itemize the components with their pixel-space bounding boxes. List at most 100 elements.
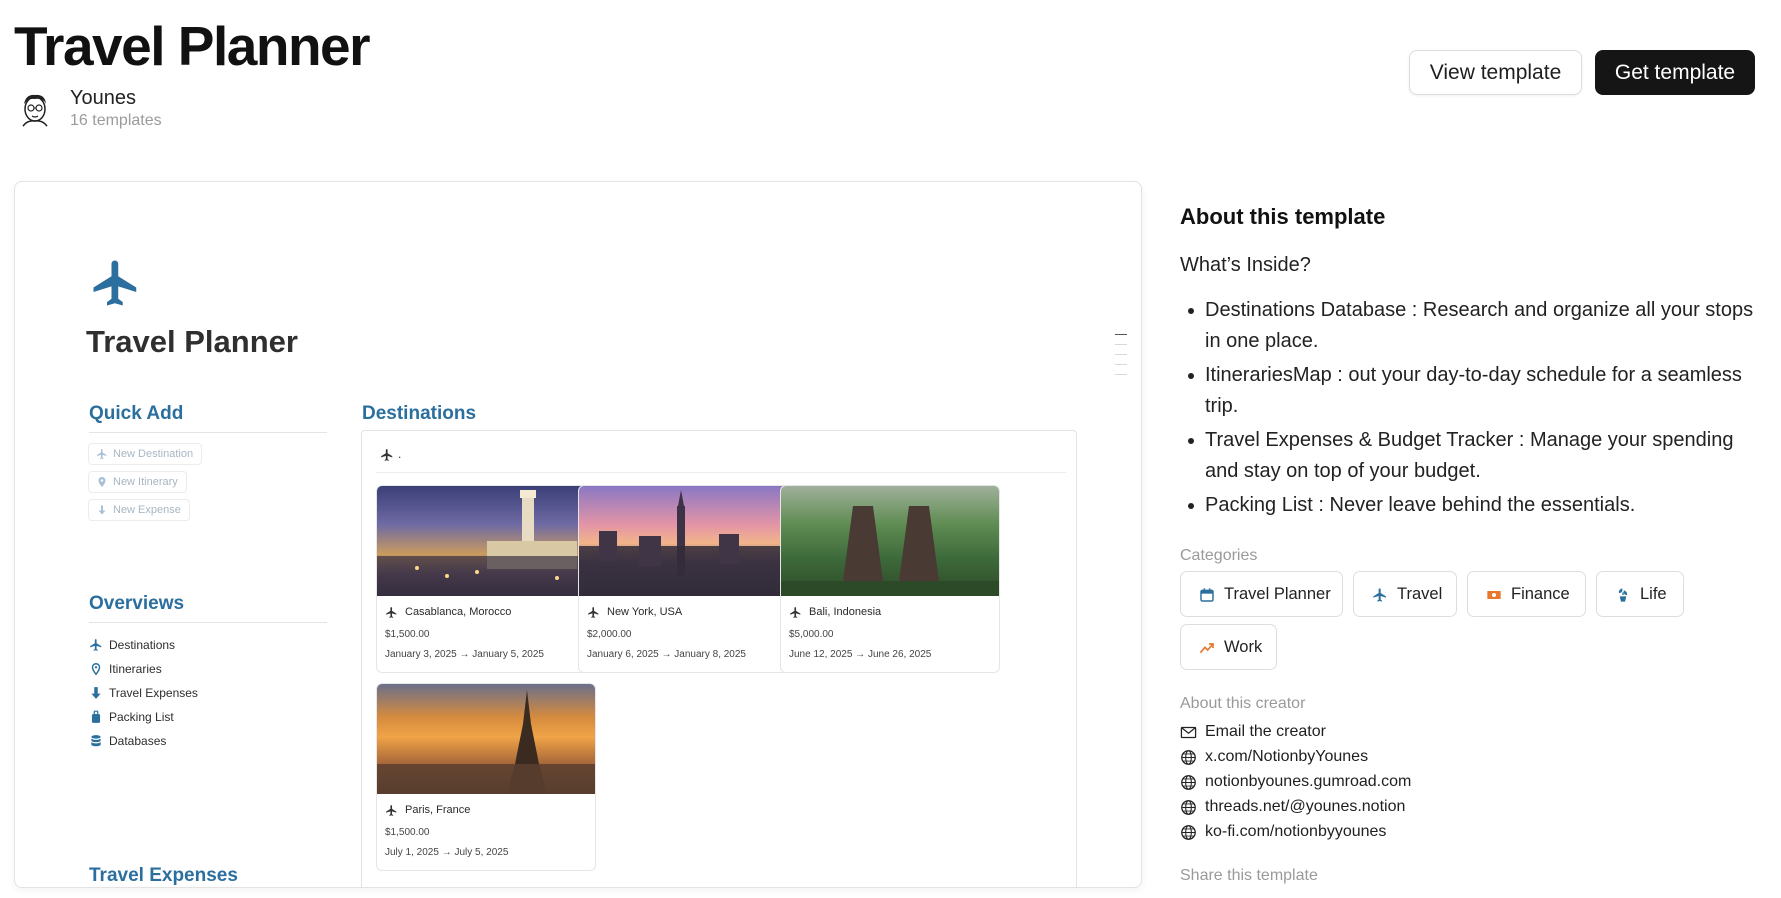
airplane-icon — [97, 449, 107, 459]
overview-label: Destinations — [109, 638, 176, 652]
map-pin-icon — [98, 477, 106, 487]
overview-label: Itineraries — [109, 662, 162, 676]
category-life[interactable]: Life — [1596, 571, 1684, 617]
plant-icon — [1618, 588, 1628, 602]
card-name: Casablanca, Morocco — [405, 606, 512, 618]
view-label: . — [398, 447, 402, 461]
whats-inside-text: What’s Inside? — [1180, 254, 1311, 276]
overview-packing-list-link[interactable]: Packing List — [89, 709, 174, 725]
new-itinerary-label: New Itinerary — [113, 476, 178, 488]
airplane-icon — [381, 449, 393, 461]
card-dates: January 3, 2025 → January 5, 2025 — [385, 649, 544, 660]
overview-label: Travel Expenses — [109, 686, 198, 700]
destination-card[interactable]: Casablanca, Morocco $1,500.00 January 3,… — [376, 485, 596, 673]
feature-item: Travel Expenses & Budget Tracker : Manag… — [1180, 425, 1770, 486]
overview-itineraries-link[interactable]: Itineraries — [89, 661, 162, 677]
category-work[interactable]: Work — [1180, 624, 1277, 670]
airplane-icon — [386, 805, 397, 816]
creator-threads-link[interactable]: threads.net/@younes.notion — [1180, 797, 1405, 817]
link-label: ko-fi.com/notionbyyounes — [1205, 823, 1387, 840]
category-label: Travel — [1397, 584, 1443, 603]
overview-label: Packing List — [109, 710, 174, 724]
creator-kofi-link[interactable]: ko-fi.com/notionbyyounes — [1180, 822, 1386, 842]
creator-x-link[interactable]: x.com/NotionbyYounes — [1180, 747, 1368, 767]
new-destination-button[interactable]: New Destination — [88, 443, 203, 465]
category-label: Work — [1224, 637, 1263, 656]
feature-item: Destinations Database : Research and org… — [1180, 295, 1770, 356]
overview-label: Databases — [109, 734, 167, 748]
card-name: New York, USA — [607, 606, 683, 618]
feature-item: Packing List : Never leave behind the es… — [1180, 490, 1770, 521]
card-dates: January 6, 2025 → January 8, 2025 — [587, 649, 746, 660]
arrow-down-icon — [91, 687, 101, 699]
card-title: Bali, Indonesia — [789, 606, 881, 618]
category-label: Finance — [1511, 584, 1570, 603]
page-title: Travel Planner — [14, 15, 371, 77]
card-price: $2,000.00 — [587, 629, 632, 640]
overview-destinations-link[interactable]: Destinations — [89, 637, 175, 653]
new-destination-label: New Destination — [113, 448, 194, 460]
globe-icon — [1181, 800, 1196, 815]
card-name: Paris, France — [405, 804, 471, 816]
link-label: Email the creator — [1205, 723, 1326, 740]
card-dates: June 12, 2025 → June 26, 2025 — [789, 649, 932, 660]
arrow-down-icon — [98, 505, 106, 515]
link-label: threads.net/@younes.notion — [1205, 798, 1406, 815]
new-itinerary-button[interactable]: New Itinerary — [88, 471, 187, 493]
destination-card[interactable]: New York, USA $2,000.00 January 6, 2025 … — [578, 485, 798, 673]
overview-travel-expenses-link[interactable]: Travel Expenses — [89, 685, 198, 701]
card-title: Paris, France — [385, 804, 470, 816]
about-creator-label: About this creator — [1180, 695, 1306, 712]
overview-databases-link[interactable]: Databases — [89, 733, 166, 749]
mail-icon — [1180, 726, 1197, 739]
template-preview[interactable]: Travel Planner Quick Add New Destination… — [14, 181, 1142, 888]
author[interactable]: Younes 16 templates — [14, 86, 162, 132]
doc-title: Travel Planner — [86, 324, 298, 359]
casablanca-photo — [377, 486, 595, 596]
globe-icon — [1181, 775, 1196, 790]
category-travel-planner[interactable]: Travel Planner — [1180, 571, 1343, 617]
creator-gumroad-link[interactable]: notionbyounes.gumroad.com — [1180, 772, 1411, 792]
link-label: notionbyounes.gumroad.com — [1205, 773, 1412, 790]
chart-trend-icon — [1199, 643, 1214, 654]
view-template-button[interactable]: View template — [1409, 50, 1582, 95]
table-of-contents[interactable] — [1115, 334, 1127, 384]
gallery-view-tab[interactable]: . — [376, 445, 1066, 473]
map-pin-icon — [91, 663, 101, 676]
category-finance[interactable]: Finance — [1467, 571, 1586, 617]
paris-photo — [377, 684, 595, 794]
feature-list: Destinations Database : Research and org… — [1180, 295, 1770, 525]
globe-icon — [1181, 825, 1196, 840]
bali-photo — [781, 486, 999, 596]
destinations-gallery[interactable]: . Casablanca, Morocco $1,500.00 January … — [361, 430, 1077, 887]
category-label: Life — [1640, 584, 1667, 603]
destination-card[interactable]: Bali, Indonesia $5,000.00 June 12, 2025 … — [780, 485, 1000, 673]
card-price: $1,500.00 — [385, 827, 430, 838]
category-label: Travel Planner — [1224, 584, 1331, 603]
share-template-label: Share this template — [1180, 867, 1318, 884]
author-name[interactable]: Younes — [70, 86, 162, 110]
destinations-heading: Destinations — [362, 403, 477, 424]
categories-label: Categories — [1180, 547, 1258, 564]
money-icon — [1487, 591, 1501, 599]
author-template-count: 16 templates — [70, 112, 162, 129]
divider — [89, 432, 327, 433]
get-template-button[interactable]: Get template — [1595, 50, 1755, 95]
new-expense-button[interactable]: New Expense — [88, 499, 190, 521]
calendar-icon — [1200, 588, 1214, 602]
email-creator-link[interactable]: Email the creator — [1180, 722, 1326, 742]
database-icon — [91, 735, 101, 747]
quick-add-heading: Quick Add — [89, 403, 184, 424]
card-price: $5,000.00 — [789, 629, 834, 640]
card-dates: July 1, 2025 → July 5, 2025 — [385, 847, 509, 858]
category-travel[interactable]: Travel — [1353, 571, 1457, 617]
about-template-heading: About this template — [1180, 204, 1386, 229]
card-price: $1,500.00 — [385, 629, 430, 640]
avatar[interactable] — [14, 88, 56, 130]
airplane-icon — [1373, 588, 1386, 602]
new-york-photo — [579, 486, 797, 596]
airplane-icon — [790, 607, 801, 618]
card-title: New York, USA — [587, 606, 682, 618]
airplane-icon — [93, 260, 137, 306]
destination-card[interactable]: Paris, France $1,500.00 July 1, 2025 → J… — [376, 683, 596, 871]
